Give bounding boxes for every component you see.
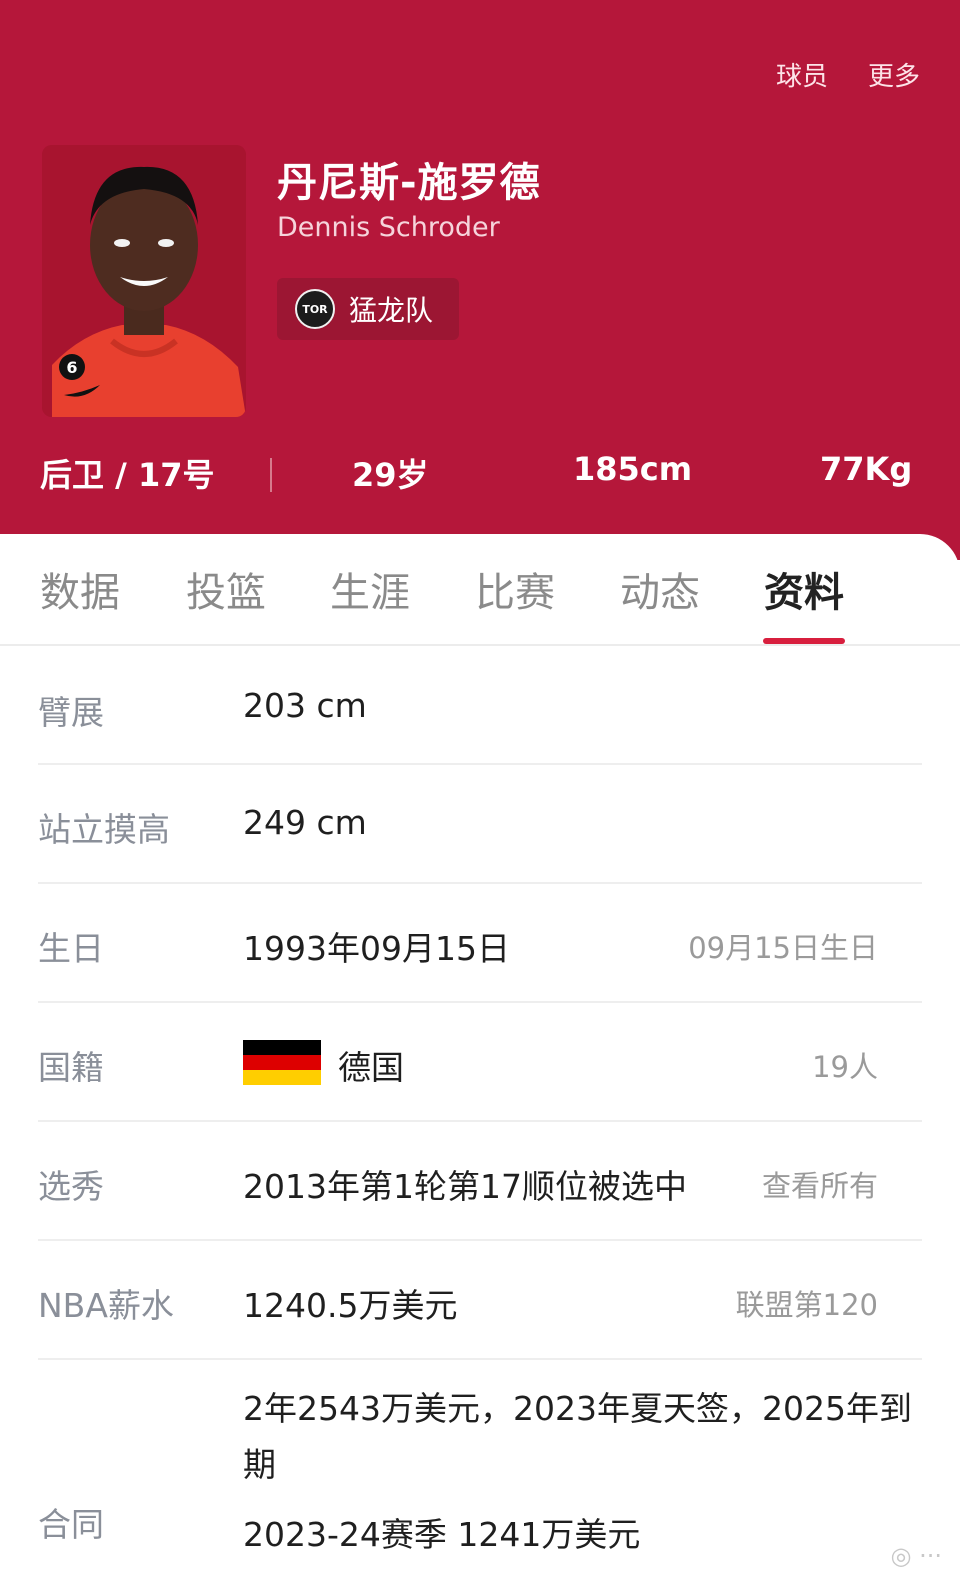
tab-data[interactable]: 数据 [40,560,120,618]
team-chip[interactable]: TOR 猛龙队 [277,278,459,340]
active-tab-indicator [763,638,845,644]
player-stats-row: 后卫 / 17号 29岁 185cm 77Kg [0,450,960,500]
contract-line-3: 2023-24赛季 1241万美元 [243,1515,641,1554]
player-name: 丹尼斯-施罗德 [277,160,541,206]
team-logo-text: TOR [302,302,328,316]
player-photo: 6 [42,145,246,417]
tab-news[interactable]: 动态 [620,560,700,618]
salary-label: NBA薪水 [38,1286,174,1325]
player-avatar: 6 [42,145,246,417]
info-row-salary: NBA薪水 1240.5万美元 联盟第120 [38,1241,922,1360]
tab-profile[interactable]: 资料 [764,560,844,618]
team-name: 猛龙队 [349,294,434,327]
contract-line-2: 期 [243,1445,276,1484]
info-row-contract: 合同 2年2543万美元，2023年夏天签，2025年到 期 2023-24赛季… [38,1360,922,1588]
player-age: 29岁 [352,456,429,494]
player-weight: 77Kg [820,450,913,488]
salary-rank[interactable]: 联盟第120 [736,1282,878,1324]
standing-reach-label: 站立摸高 [38,810,170,849]
raptors-logo-icon: TOR [295,289,335,329]
more-link[interactable]: 更多 [868,56,920,93]
players-link[interactable]: 球员 [776,56,828,93]
jersey-number: 6 [66,358,77,377]
nationality-extra[interactable]: 19人 [812,1044,878,1086]
wingspan-value: 203 cm [243,686,367,725]
germany-flag-icon [243,1040,321,1085]
contract-label: 合同 [38,1505,104,1544]
position-number: 后卫 / 17号 [40,456,215,494]
view-all-link[interactable]: 查看所有 [762,1163,878,1205]
contract-line-1: 2年2543万美元，2023年夏天签，2025年到 [243,1389,912,1428]
tab-shooting[interactable]: 投篮 [186,560,266,618]
tab-games[interactable]: 比赛 [475,560,555,618]
stats-divider [270,458,272,492]
wingspan-label: 臂展 [38,693,104,732]
player-header: 球员 更多 6 丹尼斯-施罗德 Dennis Schroder TOR 猛龙队 … [0,0,960,560]
birthday-extra[interactable]: 09月15日生日 [688,925,878,967]
info-row-wingspan: 臂展 203 cm [38,646,922,765]
draft-value: 2013年第1轮第17顺位被选中 [243,1167,687,1206]
player-english-name: Dennis Schroder [277,212,500,243]
player-height: 185cm [573,450,693,488]
nationality-label: 国籍 [38,1048,104,1087]
content-panel: 数据 投篮 生涯 比赛 动态 资料 臂展 203 cm 站立摸高 249 cm … [0,534,960,1588]
info-row-nationality: 国籍 德国 19人 [38,1003,922,1122]
nationality-value: 德国 [338,1048,404,1087]
info-row-draft: 选秀 2013年第1轮第17顺位被选中 查看所有 [38,1122,922,1241]
tab-career[interactable]: 生涯 [330,560,410,618]
draft-label: 选秀 [38,1167,104,1206]
tab-bar: 数据 投篮 生涯 比赛 动态 资料 [0,534,960,646]
birthday-value: 1993年09月15日 [243,929,510,968]
weibo-watermark-icon: ◎ ··· [890,1542,942,1570]
info-row-birthday: 生日 1993年09月15日 09月15日生日 [38,884,922,1003]
salary-value: 1240.5万美元 [243,1286,458,1325]
standing-reach-value: 249 cm [243,803,367,842]
birthday-label: 生日 [38,929,104,968]
info-row-standing-reach: 站立摸高 249 cm [38,765,922,884]
top-nav: 球员 更多 [776,56,920,93]
